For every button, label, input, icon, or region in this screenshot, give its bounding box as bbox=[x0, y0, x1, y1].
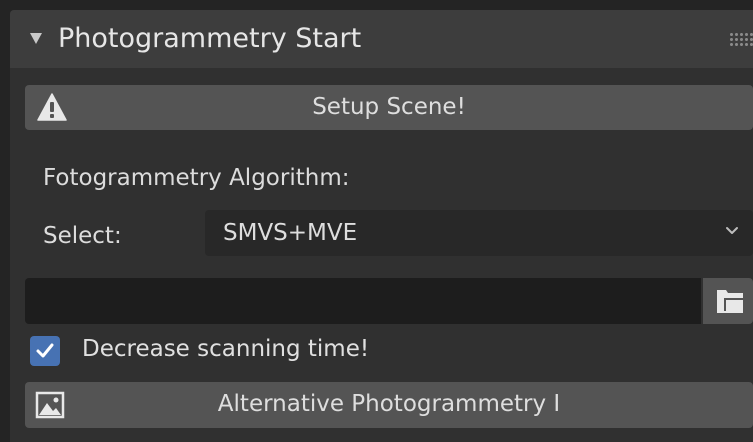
setup-scene-button[interactable]: Setup Scene! bbox=[25, 85, 753, 130]
drag-grip-icon[interactable] bbox=[729, 32, 753, 46]
algorithm-heading: Fotogrammetry Algorithm: bbox=[43, 165, 350, 191]
algorithm-select[interactable]: SMVS+MVE bbox=[205, 210, 753, 256]
algorithm-selected-value: SMVS+MVE bbox=[223, 220, 358, 246]
setup-scene-label: Setup Scene! bbox=[312, 94, 466, 120]
panel-title: Photogrammetry Start bbox=[58, 23, 362, 54]
path-field[interactable] bbox=[25, 278, 701, 324]
panel-header[interactable]: Photogrammetry Start bbox=[10, 10, 753, 68]
decrease-scanning-time-option[interactable]: Decrease scanning time! bbox=[30, 333, 630, 369]
alternative-photogrammetry-button[interactable]: Alternative Photogrammetry I bbox=[25, 382, 753, 428]
folder-icon bbox=[717, 290, 743, 313]
editor-window: Photogrammetry Start Setup Scene! Fotogr… bbox=[0, 0, 753, 442]
photogrammetry-panel: Photogrammetry Start Setup Scene! Fotogr… bbox=[10, 10, 753, 442]
select-label: Select: bbox=[43, 223, 122, 249]
browse-folder-button[interactable] bbox=[703, 278, 753, 324]
decrease-scanning-time-label: Decrease scanning time! bbox=[82, 336, 370, 362]
alternative-photogrammetry-label: Alternative Photogrammetry I bbox=[217, 391, 561, 417]
decrease-scanning-time-checkbox[interactable] bbox=[30, 336, 60, 366]
chevron-down-icon bbox=[726, 227, 738, 234]
triangle-down-icon[interactable] bbox=[30, 33, 42, 44]
checkmark-icon bbox=[36, 343, 54, 358]
